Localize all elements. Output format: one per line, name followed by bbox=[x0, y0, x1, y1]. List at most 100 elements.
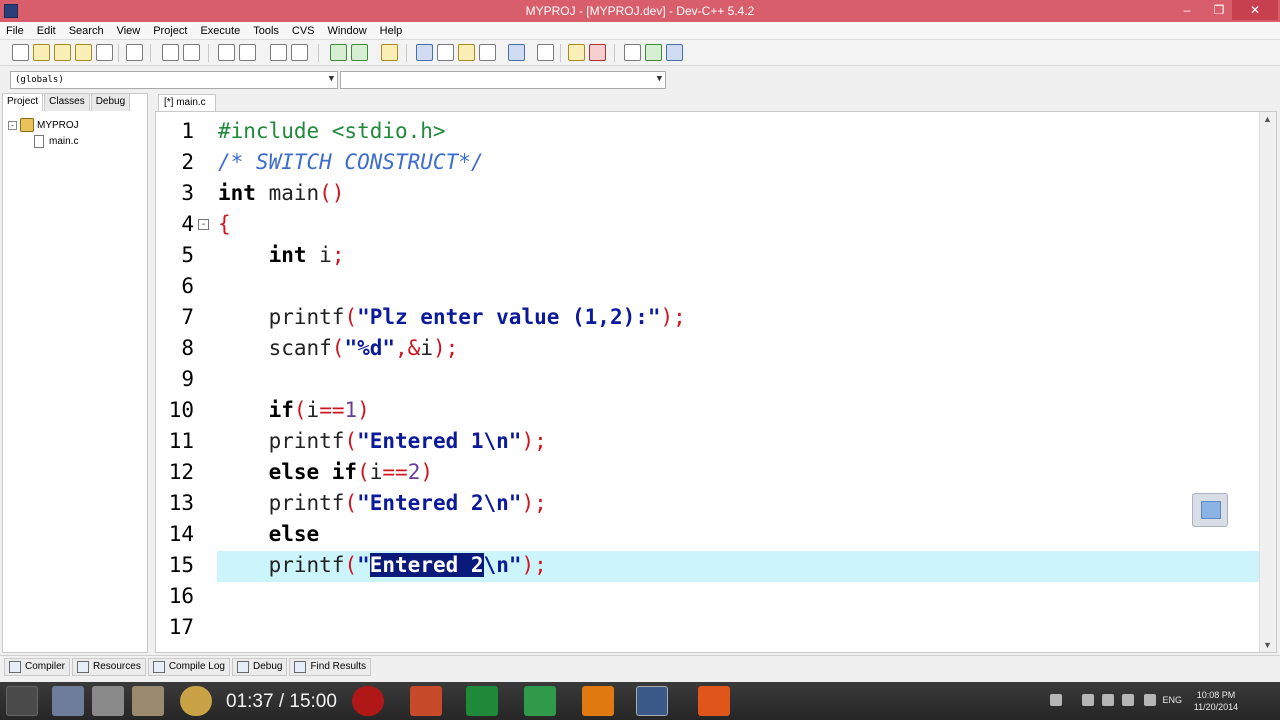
code-line[interactable]: 8 scanf("%d",&i); bbox=[156, 334, 1260, 365]
excel-icon[interactable] bbox=[466, 686, 498, 716]
code-line[interactable]: 11 printf("Entered 1\n"); bbox=[156, 427, 1260, 458]
tab-project[interactable]: Project bbox=[2, 93, 44, 111]
insert-code-icon[interactable] bbox=[645, 44, 662, 61]
taskbar-app-icon[interactable] bbox=[410, 686, 442, 716]
code-line[interactable]: 2 /* SWITCH CONSTRUCT*/ bbox=[156, 148, 1260, 179]
find-icon[interactable] bbox=[218, 44, 235, 61]
stop-execution-icon[interactable] bbox=[537, 44, 554, 61]
goto-line-icon[interactable] bbox=[270, 44, 287, 61]
class-scope-dropdown[interactable]: (globals) ▼ bbox=[10, 71, 338, 89]
code-line[interactable]: 3 int main() bbox=[156, 179, 1260, 210]
tree-item-file[interactable]: main.c bbox=[8, 133, 79, 149]
tab-find-results[interactable]: Find Results bbox=[289, 657, 372, 676]
menu-cvs[interactable]: CVS bbox=[292, 25, 315, 37]
tab-resources-label: Resources bbox=[93, 661, 141, 672]
menu-file[interactable]: File bbox=[6, 25, 24, 37]
code-line[interactable]: 16 bbox=[156, 582, 1260, 613]
code-line-current[interactable]: 15 printf("Entered 2\n"); bbox=[156, 551, 1261, 582]
chrome-icon[interactable] bbox=[180, 686, 212, 716]
network-icon[interactable] bbox=[1082, 694, 1094, 706]
text-selection[interactable]: Entered 2 bbox=[369, 553, 484, 577]
compile-run-icon[interactable] bbox=[458, 44, 475, 61]
menu-help[interactable]: Help bbox=[380, 25, 403, 37]
taskbar-app-icon[interactable] bbox=[132, 686, 164, 716]
tab-debug[interactable]: Debug bbox=[90, 93, 131, 111]
collapse-icon[interactable]: - bbox=[8, 120, 17, 130]
restore-button[interactable]: ❐ bbox=[1206, 0, 1232, 20]
replace-icon[interactable] bbox=[239, 44, 256, 61]
project-options-icon[interactable] bbox=[381, 44, 398, 61]
open-project-icon[interactable] bbox=[33, 44, 50, 61]
undo-icon[interactable] bbox=[162, 44, 179, 61]
code-lines: 1 #include <stdio.h> 2 /* SWITCH CONSTRU… bbox=[156, 117, 1261, 644]
code-line[interactable]: 9 bbox=[156, 365, 1260, 396]
scroll-to-bottom-button[interactable] bbox=[1192, 493, 1228, 527]
menu-project[interactable]: Project bbox=[153, 25, 187, 37]
code-line[interactable]: 6 bbox=[156, 272, 1260, 303]
close-button[interactable]: ✕ bbox=[1232, 0, 1278, 20]
code-text: scanf("%d",&i); bbox=[218, 336, 459, 360]
volume-icon[interactable] bbox=[1144, 694, 1156, 706]
close-file-icon[interactable] bbox=[96, 44, 113, 61]
taskbar-app-icon[interactable] bbox=[698, 686, 730, 716]
new-class-icon[interactable] bbox=[624, 44, 641, 61]
menu-tools[interactable]: Tools bbox=[253, 25, 279, 37]
tab-classes[interactable]: Classes bbox=[44, 93, 90, 111]
menu-edit[interactable]: Edit bbox=[37, 25, 56, 37]
start-button[interactable] bbox=[6, 686, 38, 716]
redo-icon[interactable] bbox=[183, 44, 200, 61]
remove-from-project-icon[interactable] bbox=[351, 44, 368, 61]
taskbar-app-icon[interactable] bbox=[92, 686, 124, 716]
flag-icon[interactable] bbox=[1122, 694, 1134, 706]
run-icon[interactable] bbox=[437, 44, 454, 61]
tab-debug-output[interactable]: Debug bbox=[231, 657, 288, 676]
tree-item-project[interactable]: - MYPROJ bbox=[8, 117, 79, 133]
code-line[interactable]: 14 else bbox=[156, 520, 1260, 551]
scroll-up-icon[interactable]: ▲ bbox=[1263, 114, 1272, 124]
menu-window[interactable]: Window bbox=[328, 25, 367, 37]
profile-icon[interactable] bbox=[568, 44, 585, 61]
code-line[interactable]: 1 #include <stdio.h> bbox=[156, 117, 1260, 148]
code-editor[interactable]: 1 #include <stdio.h> 2 /* SWITCH CONSTRU… bbox=[155, 111, 1277, 653]
debug-icon[interactable] bbox=[589, 44, 606, 61]
print-icon[interactable] bbox=[126, 44, 143, 61]
syntax-check-icon[interactable] bbox=[508, 44, 525, 61]
indent-icon[interactable] bbox=[291, 44, 308, 61]
save-icon[interactable] bbox=[54, 44, 71, 61]
code-line[interactable]: 17 bbox=[156, 613, 1260, 644]
recorder-icon[interactable] bbox=[352, 686, 384, 716]
new-file-icon[interactable] bbox=[12, 44, 29, 61]
keyboard-icon[interactable] bbox=[1050, 694, 1062, 706]
code-line[interactable]: 5 int i; bbox=[156, 241, 1260, 272]
devcpp-taskbar-icon[interactable] bbox=[636, 686, 668, 716]
minimize-button[interactable]: – bbox=[1174, 0, 1200, 20]
explorer-icon[interactable] bbox=[52, 686, 84, 716]
tab-resources[interactable]: Resources bbox=[72, 657, 146, 676]
tab-compiler[interactable]: Compiler bbox=[4, 657, 71, 676]
language-indicator[interactable]: ENG bbox=[1162, 695, 1182, 705]
menu-view[interactable]: View bbox=[117, 25, 141, 37]
tab-compile-log[interactable]: Compile Log bbox=[147, 657, 230, 676]
toggle-bookmark-icon[interactable] bbox=[666, 44, 683, 61]
vertical-scrollbar[interactable]: ▲ ▼ bbox=[1259, 112, 1276, 652]
code-line[interactable]: 10 if(i==1) bbox=[156, 396, 1260, 427]
code-line[interactable]: 7 printf("Plz enter value (1,2):"); bbox=[156, 303, 1260, 334]
line-number: 5 bbox=[181, 243, 194, 267]
add-to-project-icon[interactable] bbox=[330, 44, 347, 61]
menu-search[interactable]: Search bbox=[69, 25, 104, 37]
rebuild-all-icon[interactable] bbox=[479, 44, 496, 61]
menu-execute[interactable]: Execute bbox=[200, 25, 240, 37]
code-line[interactable]: 4 - { bbox=[156, 210, 1260, 241]
spreadsheet-icon[interactable] bbox=[524, 686, 556, 716]
member-scope-dropdown[interactable]: ▼ bbox=[340, 71, 666, 89]
code-line[interactable]: 13 printf("Entered 2\n"); bbox=[156, 489, 1260, 520]
fold-collapse-icon[interactable]: - bbox=[198, 219, 209, 230]
code-line[interactable]: 12 else if(i==2) bbox=[156, 458, 1260, 489]
compile-icon[interactable] bbox=[416, 44, 433, 61]
clock[interactable]: 10:08 PM 11/20/2014 bbox=[1188, 689, 1244, 713]
editor-tab-main-c[interactable]: [*] main.c bbox=[158, 94, 216, 111]
save-all-icon[interactable] bbox=[75, 44, 92, 61]
scroll-down-icon[interactable]: ▼ bbox=[1263, 640, 1272, 650]
display-icon[interactable] bbox=[1102, 694, 1114, 706]
vlc-icon[interactable] bbox=[582, 686, 614, 716]
